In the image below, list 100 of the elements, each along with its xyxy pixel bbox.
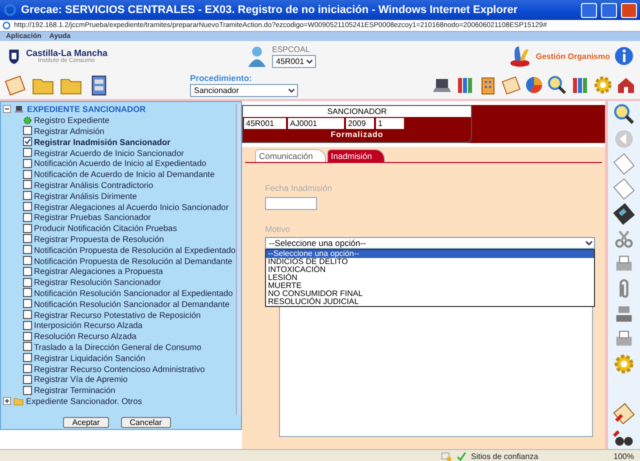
tree-item[interactable]: Registrar Pruebas Sancionador (34, 212, 151, 222)
record-cell: 1 (376, 118, 404, 129)
pie-icon[interactable] (524, 75, 544, 95)
tree-item[interactable]: Registrar Recurso Potestativo de Reposición (34, 310, 201, 320)
user-icon (246, 44, 268, 68)
tree-item[interactable]: Registro Expediente (34, 115, 110, 126)
search-icon[interactable] (613, 103, 635, 125)
dropdown-option[interactable]: LESIÓN (266, 274, 594, 282)
checkbox[interactable] (23, 191, 32, 200)
tree-item[interactable]: Registrar Propuesta de Resolución (34, 234, 164, 244)
checkbox[interactable] (23, 245, 32, 254)
caret-icon (287, 86, 296, 95)
tree-item[interactable]: Registrar Acuerdo de Inicio Sancionador (34, 148, 184, 158)
tree-item[interactable]: Notificación Propuesta de Resolución al Expedientado (34, 244, 236, 255)
checkbox[interactable] (23, 158, 32, 168)
lock-icon (440, 450, 452, 461)
tree-item[interactable]: Registrar Alegaciones al Acuerdo Inicio Sancionador (34, 202, 229, 212)
tree-item[interactable]: Registrar Inadmisión Sancionador (34, 136, 170, 147)
caret-icon (584, 238, 594, 248)
tree-item[interactable]: Notificación Acuerdo de Inicio al Expedientado (34, 158, 206, 168)
tree-node[interactable]: EXPEDIENTE SANCIONADOR (27, 104, 146, 114)
expand-icon[interactable] (3, 396, 11, 405)
dropdown-option[interactable]: NO CONSUMIDOR FINAL (266, 290, 594, 298)
checkbox[interactable] (23, 224, 32, 233)
tree-item[interactable]: Notificación Resolución Sancionador al Expedientado (34, 288, 233, 298)
checkbox[interactable] (23, 212, 32, 222)
tree-item[interactable]: Traslado a la Dirección General de Consumo (34, 342, 202, 352)
info-icon[interactable] (614, 46, 634, 66)
record-cell: AJ0001 (288, 118, 344, 129)
tree-item[interactable]: Registrar Liquidación Sanción (34, 352, 146, 363)
office-select[interactable]: 45R001 (272, 54, 316, 68)
checkbox[interactable] (23, 180, 32, 190)
tree-item[interactable]: Notificación de Acuerdo de Inicio al Demandante (34, 169, 215, 180)
checkbox[interactable] (23, 299, 32, 308)
checkbox[interactable] (23, 310, 32, 320)
security-zone: Sitios de confianza (471, 452, 538, 460)
logo-title: Castilla-La Mancha (26, 48, 108, 58)
tree-item[interactable]: Registrar Alegaciones a Propuesta (34, 266, 163, 276)
checkbox[interactable] (23, 386, 32, 395)
tree-item[interactable]: Registrar Vía de Apremio (34, 374, 128, 384)
checkbox[interactable] (23, 256, 32, 266)
tab[interactable]: Comunicación (255, 149, 326, 162)
zoom-level[interactable]: 100% (614, 452, 634, 460)
checkbox[interactable] (23, 126, 32, 136)
tab[interactable]: Inadmisión (326, 149, 385, 162)
checkbox[interactable] (23, 266, 32, 276)
maximize-button[interactable] (601, 2, 617, 18)
tree-item[interactable]: Notificación Propuesta de Resolución al Demandante (34, 256, 232, 266)
dropdown-option[interactable]: --Seleccione una opción-- (266, 250, 594, 258)
tree-item[interactable]: Producir Notificación Citación Pruebas (34, 223, 177, 234)
dropdown-option[interactable]: MUERTE (266, 282, 594, 290)
caret-icon (305, 56, 314, 66)
tree-item[interactable]: Registrar Admisión (34, 126, 104, 136)
close-button[interactable] (621, 2, 637, 18)
magnifier-icon[interactable] (547, 75, 567, 95)
procedure-select[interactable]: Sancionador (190, 84, 298, 97)
tree-item[interactable]: Registrar Terminación (34, 385, 116, 396)
date-field[interactable] (265, 197, 317, 210)
tree-button[interactable]: Aceptar (63, 416, 109, 428)
checkbox[interactable] (23, 202, 32, 212)
scrollbar[interactable] (236, 104, 241, 415)
minimize-button[interactable] (581, 2, 597, 18)
dropdown-option[interactable]: INDICIOS DE DELITO (266, 258, 594, 266)
dropdown-option[interactable]: RESOLUCIÓN JUDICIAL (266, 298, 594, 306)
tree-item[interactable]: Notificación Resolución Sancionador al Demandante (34, 298, 230, 309)
checkbox[interactable] (23, 148, 32, 158)
window-title: Grecae: SERVICIOS CENTRALES - EX03. Registro de no iniciación - Windows Internet Explorer (21, 4, 519, 16)
record-title: SANCIONADOR (243, 106, 471, 117)
checkbox[interactable] (23, 288, 32, 298)
checkbox[interactable] (23, 320, 32, 330)
house-icon[interactable] (616, 75, 636, 95)
tree-item[interactable]: Interposición Recurso Alzada (34, 320, 142, 330)
tree-button[interactable]: Cancelar (120, 416, 171, 428)
tree-item[interactable]: Registrar Análisis Dirimente (34, 190, 137, 201)
books-icon[interactable] (570, 75, 590, 95)
tree-item[interactable]: Resolución Recurso Alzada (34, 331, 136, 342)
checkbox[interactable] (23, 234, 32, 244)
books-icon[interactable] (455, 75, 475, 95)
user-name: ESPCOAL (272, 44, 311, 54)
tree-item[interactable]: Registrar Recurso Contencioso Administrativo (34, 364, 205, 374)
dropdown-option[interactable]: INTOXICACIÓN (266, 266, 594, 274)
checkbox[interactable] (23, 332, 32, 341)
record-cell: 2009 (346, 118, 374, 129)
checkbox[interactable] (23, 170, 32, 179)
gear-icon[interactable] (593, 75, 613, 95)
reason-select[interactable]: --Seleccione una opción-- (265, 237, 595, 249)
checkbox[interactable] (23, 374, 32, 384)
tree-node[interactable]: Expediente Sancionador. Otros (26, 396, 142, 406)
checkbox[interactable] (23, 364, 32, 374)
checkbox[interactable] (23, 137, 32, 146)
tree-item[interactable]: Registrar Resolución Sancionador (34, 277, 162, 288)
record-cell: 45R001 (244, 118, 286, 129)
folder-icon (13, 396, 24, 406)
checkbox[interactable] (23, 353, 32, 362)
tree-item[interactable]: Registrar Análisis Contradictorio (34, 180, 154, 190)
checkbox[interactable] (23, 342, 32, 352)
organization-logo-icon (508, 44, 532, 68)
checkbox[interactable] (23, 278, 32, 287)
gear-icon[interactable] (613, 353, 635, 375)
collapse-icon[interactable] (3, 105, 11, 114)
